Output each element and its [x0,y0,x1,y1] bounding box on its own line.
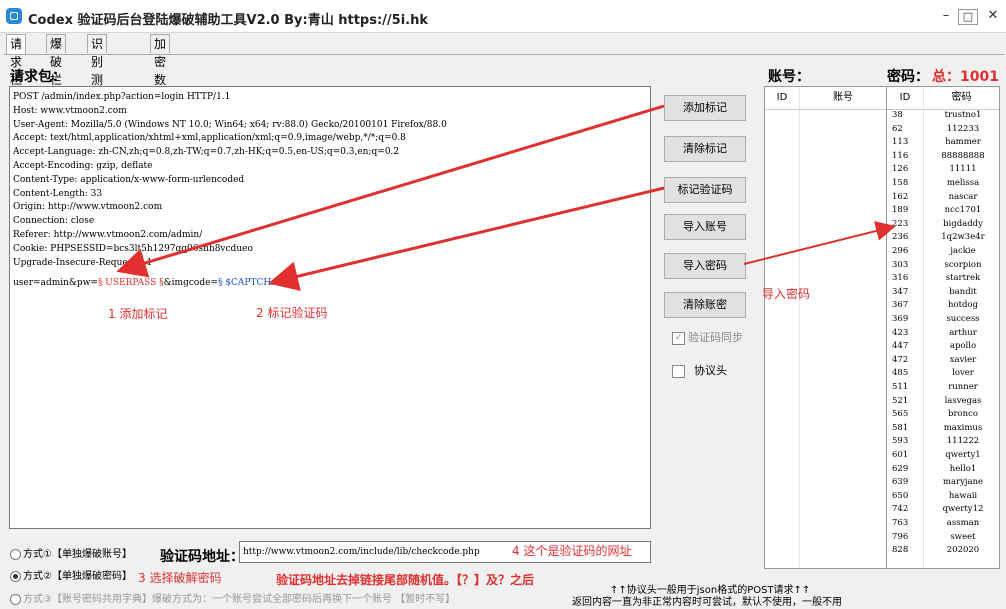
arrow-import-password [743,221,896,265]
arrow-mark-captcha [268,186,665,291]
arrow-add-marker [116,104,665,278]
annotation-arrows [116,104,896,291]
